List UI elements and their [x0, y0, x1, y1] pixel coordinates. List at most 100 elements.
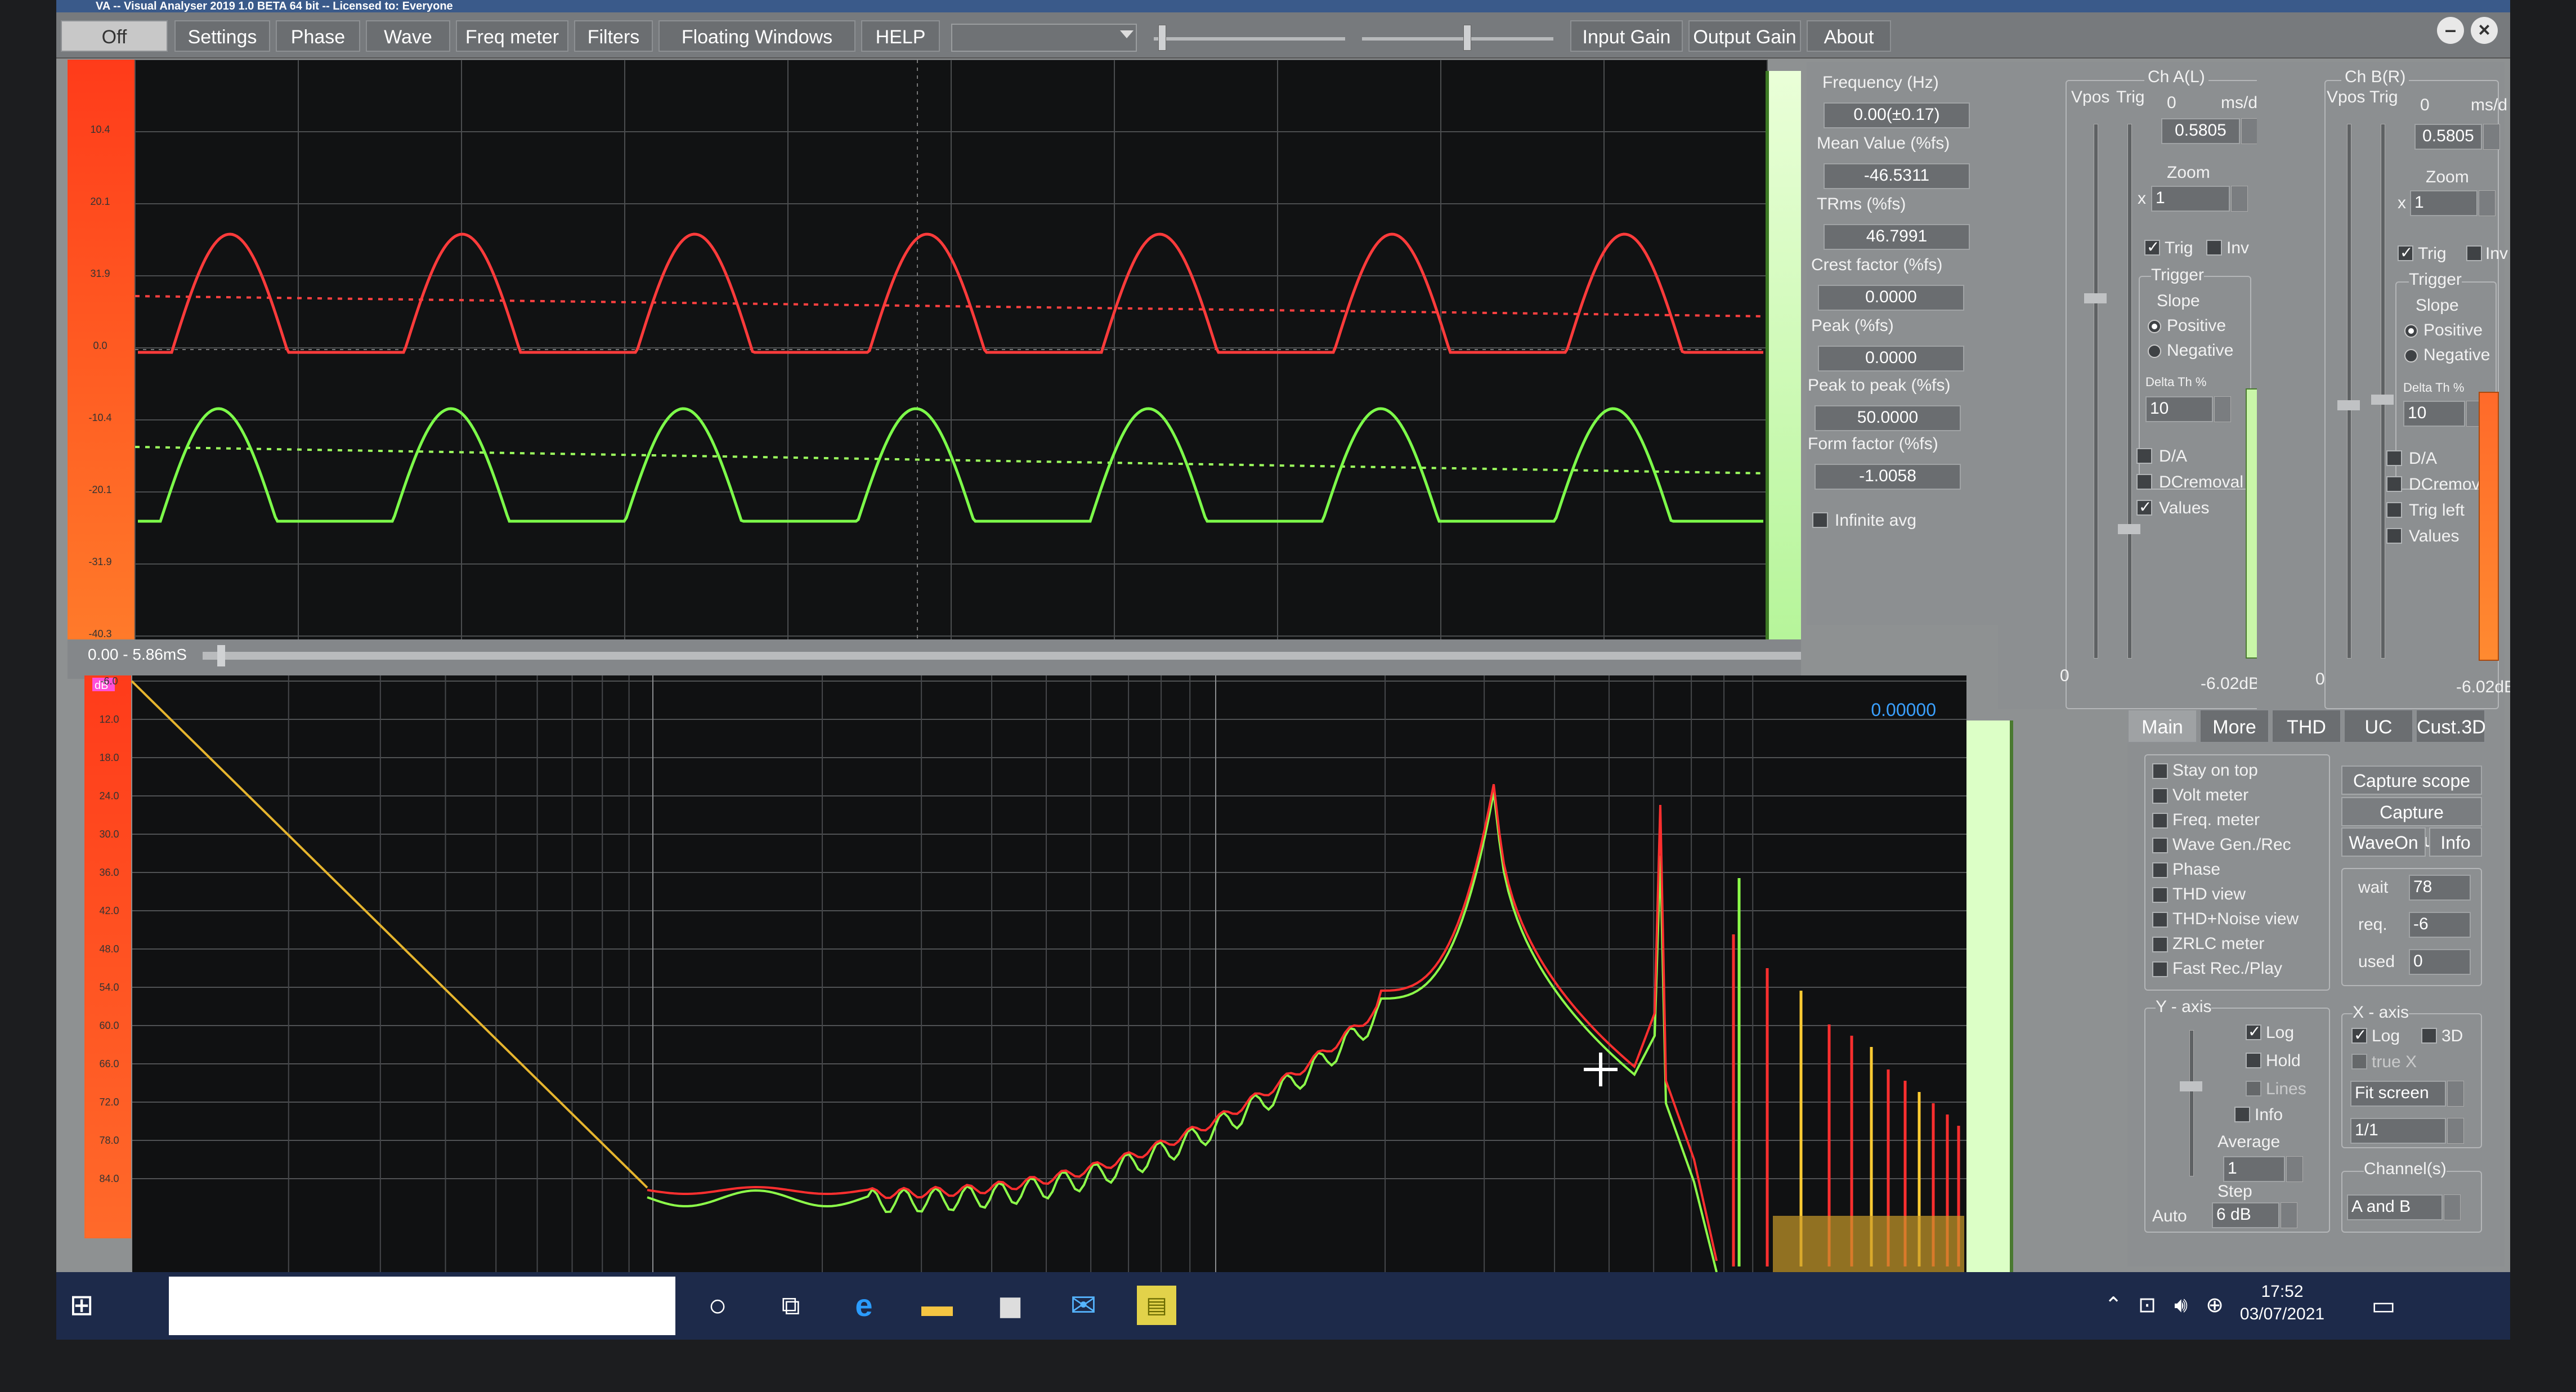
zoom-value[interactable]: 1: [2410, 190, 2478, 216]
trig-slider[interactable]: [2118, 124, 2140, 659]
delta-spinner[interactable]: [2214, 396, 2231, 422]
y-axis-slider[interactable]: [2180, 1030, 2202, 1176]
msd-value[interactable]: 0.5805: [2161, 118, 2240, 144]
step-dropdown[interactable]: [2281, 1202, 2297, 1228]
ratio-dropdown[interactable]: 1/1: [2350, 1118, 2446, 1144]
store-icon[interactable]: ◼: [991, 1286, 1030, 1325]
y-info-checkbox[interactable]: [2234, 1107, 2250, 1122]
channels-dropdown[interactable]: A and B: [2347, 1194, 2443, 1220]
minimize-icon[interactable]: –: [2437, 17, 2464, 44]
trig-left-checkbox[interactable]: [2386, 502, 2402, 518]
task-view-icon[interactable]: ⧉: [771, 1286, 810, 1325]
slider-thumb[interactable]: [2118, 524, 2140, 534]
dcremoval-checkbox[interactable]: [2386, 476, 2402, 492]
search-box[interactable]: [169, 1277, 675, 1335]
clock-time[interactable]: 17:52: [2246, 1282, 2319, 1301]
values-checkbox[interactable]: [2136, 498, 2152, 516]
average-dropdown[interactable]: [2286, 1156, 2303, 1182]
x-log-checkbox[interactable]: [2351, 1026, 2367, 1044]
slider-thumb[interactable]: [2371, 395, 2394, 405]
negative-radio[interactable]: [2404, 349, 2418, 362]
tab-thd[interactable]: THD: [2272, 709, 2341, 743]
tab-cust3d[interactable]: Cust.3D: [2416, 709, 2486, 743]
floating-windows-button[interactable]: Floating Windows mode: [658, 20, 855, 79]
close-icon[interactable]: ×: [2471, 17, 2498, 44]
trig-slider[interactable]: [2371, 124, 2394, 659]
step-value[interactable]: 6 dB: [2212, 1202, 2279, 1228]
msd-spinner[interactable]: [2483, 124, 2500, 150]
channels-arrow[interactable]: [2444, 1194, 2461, 1220]
slider-thumb[interactable]: [2337, 400, 2360, 410]
values-checkbox[interactable]: [2386, 528, 2402, 544]
wave-button[interactable]: Wave: [366, 20, 450, 52]
trig-checkbox[interactable]: [2144, 238, 2160, 256]
zoom-spinner[interactable]: [2479, 190, 2496, 216]
visual-analyser-taskbar-icon[interactable]: ▤: [1137, 1286, 1176, 1325]
time-scrollbar[interactable]: [203, 652, 1801, 660]
notification-icon[interactable]: ▭: [2364, 1286, 2403, 1325]
main-checkbox[interactable]: [2152, 937, 2168, 952]
delta-value[interactable]: 10: [2145, 396, 2213, 422]
slider-thumb[interactable]: [1463, 25, 1471, 51]
main-checkbox[interactable]: [2152, 887, 2168, 903]
oscilloscope-panel[interactable]: 10.4 20.1 31.9 0.0 -10.4 -20.1 -31.9 -40.3 0.00…: [68, 60, 1801, 679]
trig-checkbox[interactable]: [2398, 243, 2413, 262]
clock-date[interactable]: 03/07/2021: [2234, 1305, 2330, 1324]
msd-value[interactable]: 0.5805: [2414, 124, 2482, 150]
fit-screen-arrow[interactable]: [2447, 1081, 2464, 1107]
input-gain-button[interactable]: Input Gain: [1570, 20, 1683, 52]
cortana-icon[interactable]: ○: [698, 1286, 737, 1325]
slider-thumb[interactable]: [1158, 25, 1166, 51]
slider-thumb[interactable]: [2084, 293, 2107, 303]
waveon-button[interactable]: WaveOn: [2341, 827, 2426, 857]
hold-checkbox[interactable]: [2246, 1053, 2261, 1068]
infinite-avg-checkbox[interactable]: [1812, 512, 1828, 528]
true-x-checkbox[interactable]: [2351, 1054, 2367, 1069]
output-gain-button[interactable]: Output Gain: [1688, 20, 1801, 52]
zoom-spinner[interactable]: [2231, 186, 2248, 212]
inv-checkbox[interactable]: [2206, 240, 2222, 256]
average-value[interactable]: 1: [2223, 1156, 2285, 1182]
main-checkbox[interactable]: [2152, 961, 2168, 977]
about-button[interactable]: About: [1807, 20, 1891, 52]
zoom-value[interactable]: 1: [2151, 186, 2230, 212]
output-gain-slider[interactable]: [1362, 25, 1553, 51]
tab-more[interactable]: More: [2199, 709, 2269, 743]
edge-browser-icon[interactable]: e: [844, 1286, 884, 1325]
mail-icon[interactable]: ✉: [1064, 1286, 1103, 1325]
freq-meter-button[interactable]: Freq meter: [456, 20, 568, 52]
capture-scope-button[interactable]: Capture scope: [2341, 766, 2482, 795]
positive-radio[interactable]: [2148, 320, 2161, 333]
delta-value[interactable]: 10: [2403, 401, 2465, 427]
y-log-checkbox[interactable]: [2246, 1022, 2261, 1041]
main-checkbox[interactable]: [2152, 763, 2168, 779]
negative-radio[interactable]: [2148, 344, 2161, 358]
spectrum-panel[interactable]: dB -6.012.018.024.030.036.042.048.054.06…: [84, 675, 2127, 1272]
vpos-slider[interactable]: [2337, 124, 2360, 659]
file-explorer-icon[interactable]: ▬: [917, 1286, 957, 1325]
capture-spectrum-button[interactable]: Capture spectrum: [2341, 797, 2482, 851]
info-button[interactable]: Info: [2429, 827, 2482, 857]
dcremoval-checkbox[interactable]: [2136, 474, 2152, 490]
windows-start-icon[interactable]: ⊞: [62, 1286, 101, 1325]
auto-label[interactable]: Auto: [2152, 1207, 2187, 1226]
input-gain-slider[interactable]: [1154, 25, 1345, 51]
positive-radio[interactable]: [2404, 324, 2418, 338]
da-checkbox[interactable]: [2386, 450, 2402, 466]
device-combo[interactable]: [951, 24, 1137, 52]
tab-main[interactable]: Main: [2127, 709, 2197, 743]
main-checkbox[interactable]: [2152, 813, 2168, 829]
help-button[interactable]: HELP: [861, 20, 940, 52]
main-checkbox[interactable]: [2152, 912, 2168, 928]
lines-checkbox[interactable]: [2246, 1081, 2261, 1096]
slider-thumb[interactable]: [2180, 1081, 2202, 1091]
ratio-arrow[interactable]: [2447, 1118, 2464, 1144]
main-checkbox[interactable]: [2152, 838, 2168, 853]
main-checkbox[interactable]: [2152, 862, 2168, 878]
da-checkbox[interactable]: [2136, 448, 2152, 464]
inv-checkbox[interactable]: [2466, 245, 2482, 261]
main-checkbox[interactable]: [2152, 788, 2168, 804]
fit-screen-dropdown[interactable]: Fit screen: [2350, 1081, 2446, 1107]
msd-spinner[interactable]: [2241, 118, 2258, 144]
language-icon[interactable]: ⊕: [2195, 1286, 2234, 1325]
